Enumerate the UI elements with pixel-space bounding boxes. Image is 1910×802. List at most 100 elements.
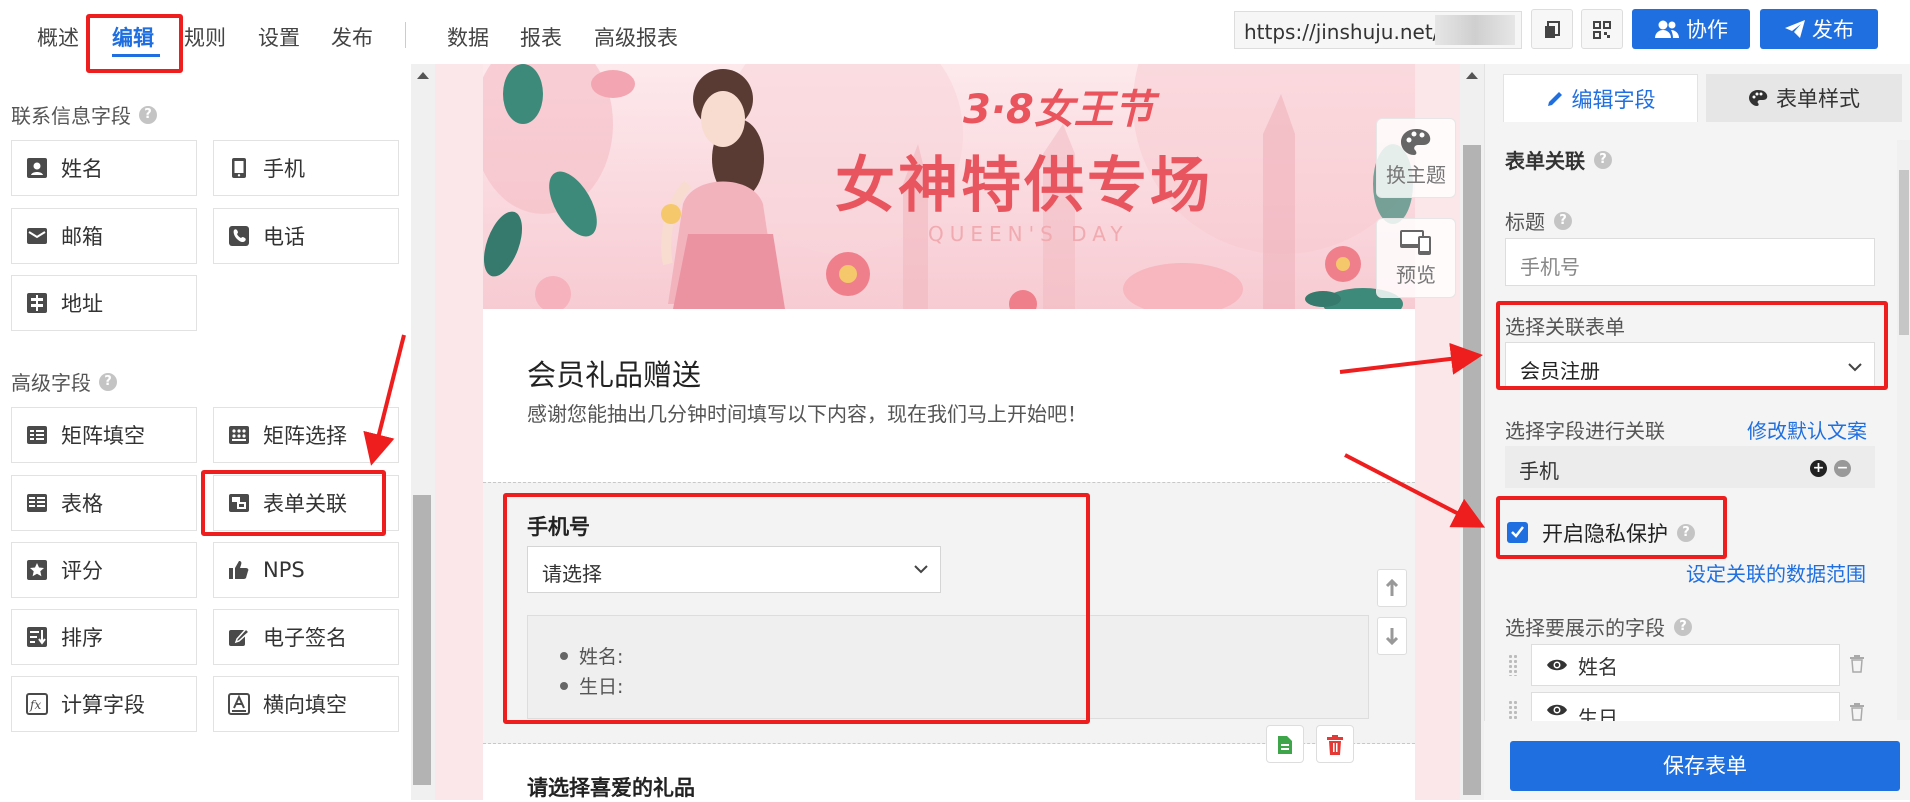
add-relation-icon[interactable]: +	[1810, 460, 1827, 477]
select-field-label: 选择字段进行关联	[1505, 419, 1665, 443]
display-field-row[interactable]: 姓名	[1531, 644, 1840, 686]
display-field-row[interactable]: 生日	[1531, 692, 1840, 724]
title-input[interactable]: 手机号	[1505, 238, 1875, 286]
field-label: 电话	[263, 225, 305, 249]
copy-link-button[interactable]	[1531, 9, 1573, 49]
scroll-up-arrow[interactable]	[417, 72, 429, 79]
tab-advanced-reports[interactable]: 高级报表	[594, 22, 678, 52]
privacy-checkbox[interactable]	[1507, 522, 1528, 543]
users-icon	[1655, 20, 1679, 38]
field-button-matrix-fill[interactable]: 矩阵填空	[11, 407, 197, 463]
field-label: 表单关联	[263, 492, 347, 516]
drag-handle-icon[interactable]	[1508, 654, 1518, 676]
copy-icon	[1545, 21, 1560, 38]
field-button-table[interactable]: 表格	[11, 475, 197, 531]
preview-item-label: 姓名:	[579, 646, 624, 668]
left-scrollbar-thumb[interactable]	[413, 495, 431, 785]
advanced-fields-title: 高级字段	[11, 371, 91, 395]
field-button-email[interactable]: 邮箱	[11, 208, 197, 264]
field-button-name[interactable]: 姓名	[11, 140, 197, 196]
signature-icon	[229, 627, 250, 646]
trash-icon[interactable]	[1849, 655, 1865, 673]
preview-item: 生日:	[560, 672, 623, 699]
field-button-horizontal-fill[interactable]: 横向填空	[213, 676, 399, 732]
publish-button[interactable]: 发布	[1760, 9, 1878, 49]
title-label-text: 标题	[1505, 210, 1545, 234]
canvas-scrollbar-thumb[interactable]	[1463, 145, 1481, 795]
tab-edit[interactable]: 编辑	[112, 22, 154, 52]
tab-publish[interactable]: 发布	[331, 22, 373, 52]
help-icon[interactable]: ?	[139, 105, 157, 124]
field-button-sort[interactable]: 排序	[11, 609, 197, 665]
duplicate-field-button[interactable]	[1266, 725, 1304, 763]
qrcode-icon	[1593, 21, 1611, 39]
field-label: 邮箱	[61, 225, 103, 249]
move-down-button[interactable]	[1377, 617, 1407, 655]
display-fields-label: 选择要展示的字段 ?	[1505, 612, 1692, 641]
tab-overview[interactable]: 概述	[37, 22, 79, 52]
help-icon[interactable]: ?	[1554, 211, 1572, 230]
help-icon[interactable]: ?	[1674, 617, 1692, 636]
properties-scrollbar-thumb[interactable]	[1899, 170, 1909, 335]
tab-rules[interactable]: 规则	[184, 22, 226, 52]
drag-handle-icon[interactable]	[1508, 700, 1518, 722]
field-label: 计算字段	[61, 693, 145, 717]
scroll-up-arrow[interactable]	[1466, 72, 1478, 79]
eye-icon	[1547, 704, 1567, 716]
form-title[interactable]: 会员礼品赠送	[527, 352, 701, 394]
tab-settings[interactable]: 设置	[258, 22, 300, 52]
help-icon[interactable]: ?	[1677, 524, 1695, 542]
trash-icon	[1327, 735, 1343, 755]
field-button-rating[interactable]: 评分	[11, 542, 197, 598]
collaborate-button[interactable]: 协作	[1632, 9, 1750, 49]
signpost-icon	[27, 293, 47, 313]
change-theme-button[interactable]: 换主题	[1376, 118, 1456, 198]
select-form-value: 会员注册	[1520, 359, 1600, 383]
next-field-title[interactable]: 请选择喜爱的礼品	[527, 772, 695, 802]
field-label: 矩阵选择	[263, 424, 347, 448]
form-link-icon	[229, 494, 249, 512]
move-up-button[interactable]	[1377, 569, 1407, 607]
formula-icon: fx	[26, 693, 48, 715]
banner-badge: 3·8女王节	[963, 87, 1154, 133]
trash-icon[interactable]	[1849, 703, 1865, 721]
matrix-fill-icon	[27, 426, 47, 444]
set-data-range-link[interactable]: 设定关联的数据范围	[1686, 558, 1866, 587]
preview-button[interactable]: 预览	[1376, 218, 1456, 298]
pencil-icon	[1547, 91, 1562, 106]
field-button-formula[interactable]: fx 计算字段	[11, 676, 197, 732]
field-button-mobile[interactable]: 手机	[213, 140, 399, 196]
mobile-phone-icon	[232, 158, 246, 178]
url-redaction	[1435, 15, 1515, 45]
tab-form-style[interactable]: 表单样式	[1706, 74, 1902, 122]
preview-label: 预览	[1396, 263, 1436, 287]
sort-icon	[27, 627, 47, 647]
select-form-dropdown[interactable]: 会员注册	[1505, 342, 1875, 390]
qrcode-button[interactable]	[1581, 9, 1623, 49]
devices-icon	[1400, 230, 1431, 255]
field-button-signature[interactable]: 电子签名	[213, 609, 399, 665]
field-button-form-link[interactable]: 表单关联	[213, 475, 399, 531]
field-button-matrix-select[interactable]: 矩阵选择	[213, 407, 399, 463]
help-icon[interactable]: ?	[1594, 150, 1612, 169]
contact-card-icon	[27, 158, 47, 178]
remove-relation-icon[interactable]: −	[1834, 460, 1851, 477]
save-form-button[interactable]: 保存表单	[1510, 741, 1900, 791]
tab-reports[interactable]: 报表	[520, 22, 562, 52]
field-label: 表格	[61, 492, 103, 516]
help-icon[interactable]: ?	[99, 372, 117, 391]
tab-edit-field[interactable]: 编辑字段	[1503, 74, 1698, 122]
field-select-dropdown[interactable]: 请选择	[527, 546, 941, 593]
check-icon	[1511, 526, 1524, 538]
modify-default-text-link[interactable]: 修改默认文案	[1747, 415, 1867, 444]
delete-field-button[interactable]	[1316, 725, 1354, 763]
tab-data[interactable]: 数据	[447, 22, 489, 52]
form-description[interactable]: 感谢您能抽出几分钟时间填写以下内容，现在我们马上开始吧！	[527, 398, 1087, 427]
publish-label: 发布	[1812, 18, 1854, 42]
field-button-nps[interactable]: NPS	[213, 542, 399, 598]
tab-edit-field-label: 编辑字段	[1571, 87, 1656, 112]
field-button-phone[interactable]: 电话	[213, 208, 399, 264]
field-label: NPS	[263, 558, 305, 582]
field-button-address[interactable]: 地址	[11, 275, 197, 331]
paper-plane-icon	[1785, 20, 1805, 38]
